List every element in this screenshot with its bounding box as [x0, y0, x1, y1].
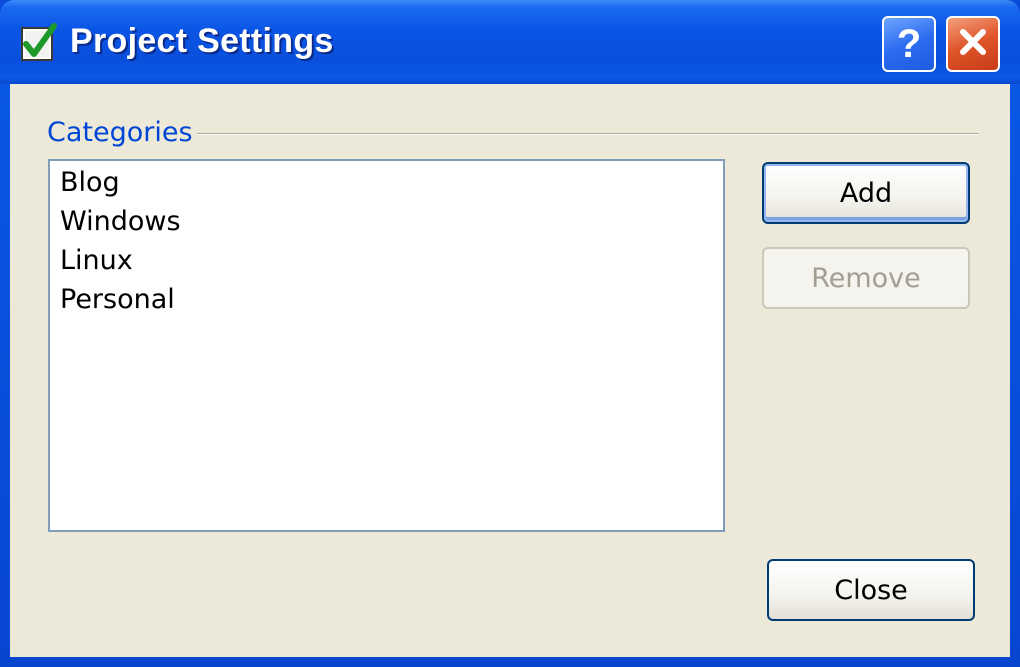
- title-bar[interactable]: Project Settings ?: [0, 0, 1020, 84]
- close-button[interactable]: Close: [767, 559, 975, 621]
- project-settings-window: Project Settings ? Categories Blog Windo…: [0, 0, 1020, 667]
- list-item[interactable]: Personal: [60, 284, 175, 315]
- categories-listbox[interactable]: Blog Windows Linux Personal: [48, 159, 725, 532]
- list-item[interactable]: Blog: [60, 167, 120, 198]
- help-button[interactable]: ?: [882, 16, 936, 72]
- window-title: Project Settings: [70, 22, 334, 60]
- checkmark-app-icon: [20, 22, 58, 62]
- help-icon: ?: [896, 22, 922, 66]
- close-icon: [956, 25, 990, 63]
- list-item[interactable]: Windows: [60, 206, 181, 237]
- list-item[interactable]: Linux: [60, 245, 133, 276]
- categories-group-label: Categories: [47, 117, 197, 148]
- add-button[interactable]: Add: [762, 162, 970, 224]
- dialog-body: Categories Blog Windows Linux Personal A…: [10, 84, 1010, 657]
- remove-button[interactable]: Remove: [762, 247, 970, 309]
- group-divider: [196, 133, 978, 135]
- close-window-button[interactable]: [946, 16, 1000, 72]
